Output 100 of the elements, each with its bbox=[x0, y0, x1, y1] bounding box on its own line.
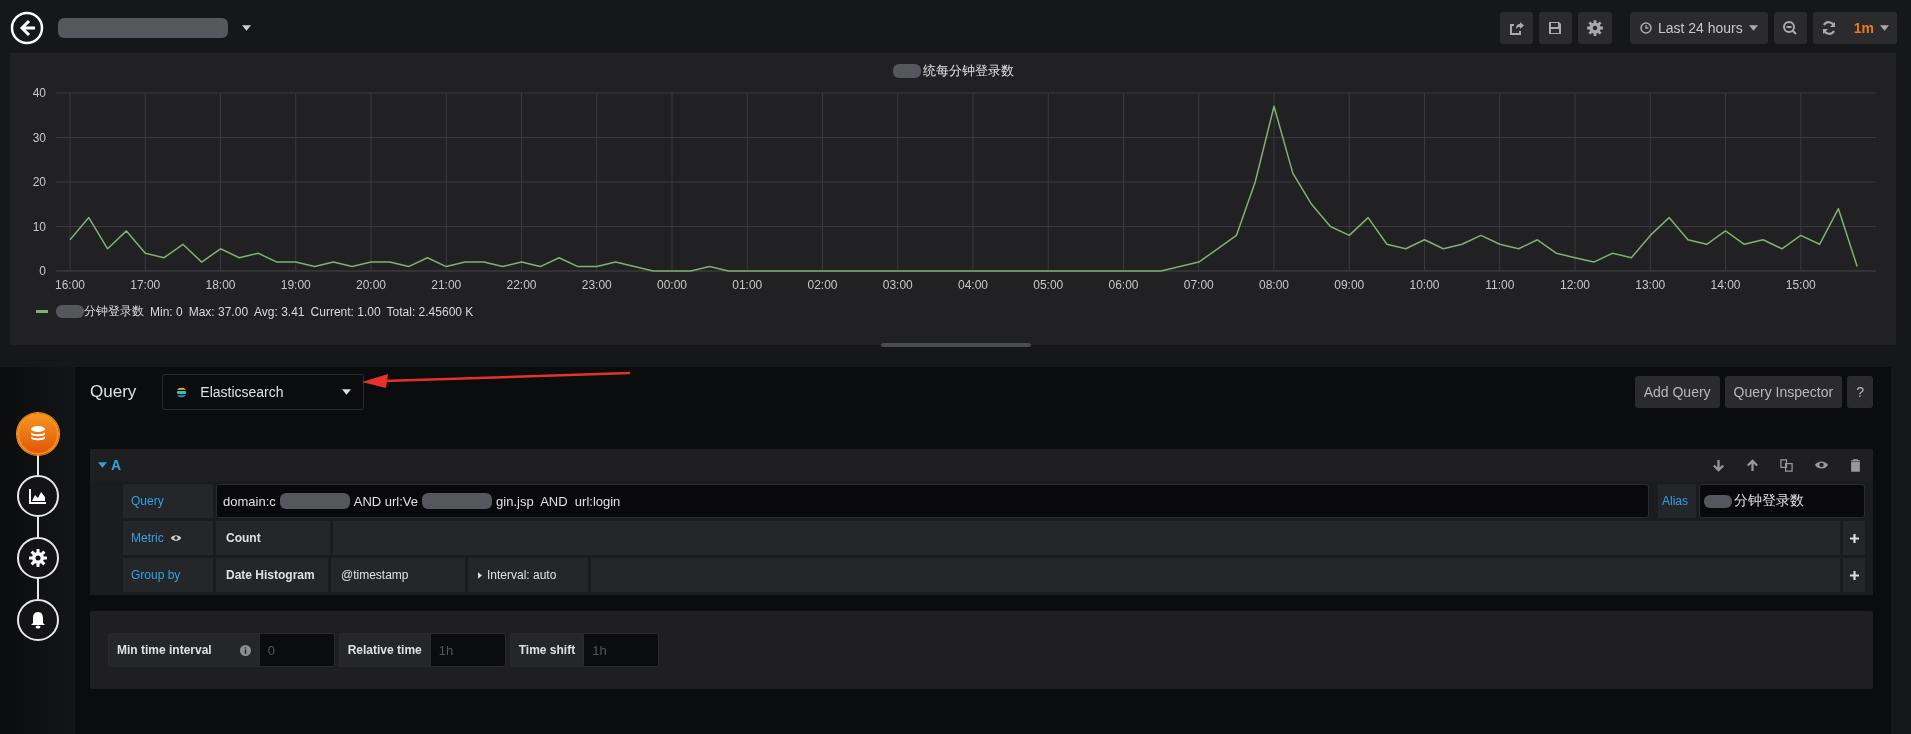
legend-stat: Current: 1.00 bbox=[310, 304, 381, 319]
time-range-picker[interactable]: Last 24 hours bbox=[1629, 12, 1768, 44]
x-tick-label: 03:00 bbox=[882, 278, 913, 292]
datasource-logo bbox=[175, 385, 189, 399]
x-tick-label: 05:00 bbox=[1033, 278, 1064, 292]
gear-icon[interactable] bbox=[16, 537, 59, 579]
x-tick-label: 07:00 bbox=[1183, 278, 1214, 292]
legend-stat: Avg: 3.41 bbox=[254, 304, 305, 319]
field-label: Alias bbox=[1658, 484, 1696, 518]
x-tick-label: 15:00 bbox=[1785, 278, 1816, 292]
query-text: AND url:Ve bbox=[353, 493, 419, 509]
alias-input[interactable]: 分钟登录数 bbox=[1699, 484, 1865, 518]
legend-series-name[interactable]: 分钟登录数 bbox=[84, 303, 144, 320]
back-icon[interactable] bbox=[10, 11, 44, 45]
caret-icon bbox=[342, 389, 352, 395]
editor-button[interactable]: ? bbox=[1847, 376, 1873, 408]
group-by-type-segment[interactable]: Date Histogram bbox=[216, 558, 328, 592]
option-label: Relative time bbox=[347, 643, 422, 657]
database-icon[interactable] bbox=[16, 413, 59, 455]
redaction-block bbox=[279, 493, 350, 509]
add-group-by-button[interactable] bbox=[1843, 558, 1865, 592]
caret-icon bbox=[1880, 25, 1889, 31]
x-tick-label: 00:00 bbox=[657, 278, 687, 292]
x-tick-label: 14:00 bbox=[1710, 278, 1741, 292]
area-chart-icon[interactable] bbox=[16, 475, 59, 517]
legend-stat: Total: 2.45600 K bbox=[386, 304, 474, 319]
caret-icon bbox=[478, 571, 482, 579]
redaction-block bbox=[422, 493, 493, 509]
datasource-dropdown[interactable]: Elasticsearch bbox=[162, 374, 365, 410]
x-tick-label: 09:00 bbox=[1334, 278, 1365, 292]
redaction-block bbox=[1704, 494, 1732, 508]
settings-icon bbox=[1585, 19, 1604, 37]
move-up-icon[interactable] bbox=[1746, 458, 1759, 472]
resize-handle[interactable] bbox=[880, 343, 1031, 347]
query-text: domain:c bbox=[223, 493, 276, 509]
interval-toggle[interactable]: Interval: auto bbox=[468, 558, 588, 592]
y-tick-label: 30 bbox=[32, 130, 46, 145]
caret-icon bbox=[1748, 25, 1758, 31]
x-tick-label: 16:00 bbox=[55, 278, 85, 292]
group-by-field-segment[interactable]: @timestamp bbox=[331, 558, 465, 592]
x-tick-label: 10:00 bbox=[1409, 278, 1440, 292]
zoom-out-button[interactable] bbox=[1773, 12, 1807, 44]
caret-icon[interactable] bbox=[242, 25, 251, 31]
field-label: Group by bbox=[123, 558, 213, 592]
x-tick-label: 17:00 bbox=[130, 278, 161, 292]
query-toggle[interactable]: A bbox=[98, 457, 122, 473]
query-input[interactable]: domain:c AND url:Ve gin.jsp AND url:login bbox=[216, 484, 1649, 518]
x-tick-label: 18:00 bbox=[205, 278, 236, 292]
legend-stat: Max: 37.00 bbox=[188, 304, 249, 319]
query-text: gin.jsp AND url:login bbox=[496, 493, 621, 509]
trash-icon[interactable] bbox=[1850, 458, 1861, 472]
y-tick-label: 0 bbox=[39, 264, 46, 278]
x-tick-label: 23:00 bbox=[581, 278, 612, 292]
y-tick-label: 10 bbox=[32, 219, 46, 234]
x-tick-label: 19:00 bbox=[280, 278, 311, 292]
editor-button[interactable]: Query Inspector bbox=[1724, 376, 1843, 408]
x-tick-label: 06:00 bbox=[1108, 278, 1139, 292]
editor-title: Query bbox=[90, 382, 137, 402]
panel-title: 统每分钟登录数 bbox=[922, 62, 1014, 80]
x-tick-label: 01:00 bbox=[732, 278, 763, 292]
plus-icon bbox=[1849, 533, 1859, 543]
plus-icon bbox=[1849, 570, 1859, 580]
field-label: Metric bbox=[131, 531, 164, 545]
move-down-icon[interactable] bbox=[1712, 458, 1725, 472]
x-tick-label: 08:00 bbox=[1259, 278, 1289, 292]
x-tick-label: 20:00 bbox=[356, 278, 386, 292]
x-tick-label: 12:00 bbox=[1560, 278, 1590, 292]
info-icon[interactable] bbox=[239, 644, 251, 656]
share-icon bbox=[1508, 20, 1525, 36]
alias-text: 分钟登录数 bbox=[1734, 492, 1804, 510]
refresh-icon bbox=[1821, 20, 1838, 36]
editor-button[interactable]: Add Query bbox=[1634, 376, 1720, 408]
save-icon bbox=[1547, 20, 1564, 36]
y-tick-label: 20 bbox=[32, 175, 46, 189]
x-tick-label: 21:00 bbox=[431, 278, 462, 292]
add-metric-button[interactable] bbox=[1843, 521, 1865, 555]
x-tick-label: 11:00 bbox=[1485, 278, 1515, 292]
eye-icon[interactable] bbox=[169, 534, 182, 542]
x-tick-label: 02:00 bbox=[807, 278, 838, 292]
option-label: Min time interval bbox=[117, 643, 212, 657]
share-button[interactable] bbox=[1499, 12, 1533, 44]
legend-stat: Min: 0 bbox=[150, 304, 183, 319]
caret-icon bbox=[98, 462, 107, 468]
metric-type-segment[interactable]: Count bbox=[216, 521, 330, 555]
x-tick-label: 13:00 bbox=[1635, 278, 1666, 292]
option-input[interactable]: 0 bbox=[258, 633, 335, 667]
redaction-block bbox=[892, 64, 921, 78]
option-input[interactable]: 1h bbox=[583, 633, 660, 667]
copy-icon[interactable] bbox=[1780, 458, 1793, 472]
bell-icon[interactable] bbox=[16, 599, 59, 641]
save-button[interactable] bbox=[1538, 12, 1572, 44]
y-tick-label: 40 bbox=[32, 86, 46, 100]
x-tick-label: 04:00 bbox=[958, 278, 988, 292]
settings-button[interactable] bbox=[1577, 12, 1612, 44]
redaction-block bbox=[56, 305, 84, 318]
eye-icon[interactable] bbox=[1814, 460, 1829, 470]
option-label: Time shift bbox=[518, 643, 576, 657]
field-label: Query bbox=[123, 484, 213, 518]
zoom-out-icon bbox=[1782, 20, 1799, 36]
option-input[interactable]: 1h bbox=[429, 633, 506, 667]
